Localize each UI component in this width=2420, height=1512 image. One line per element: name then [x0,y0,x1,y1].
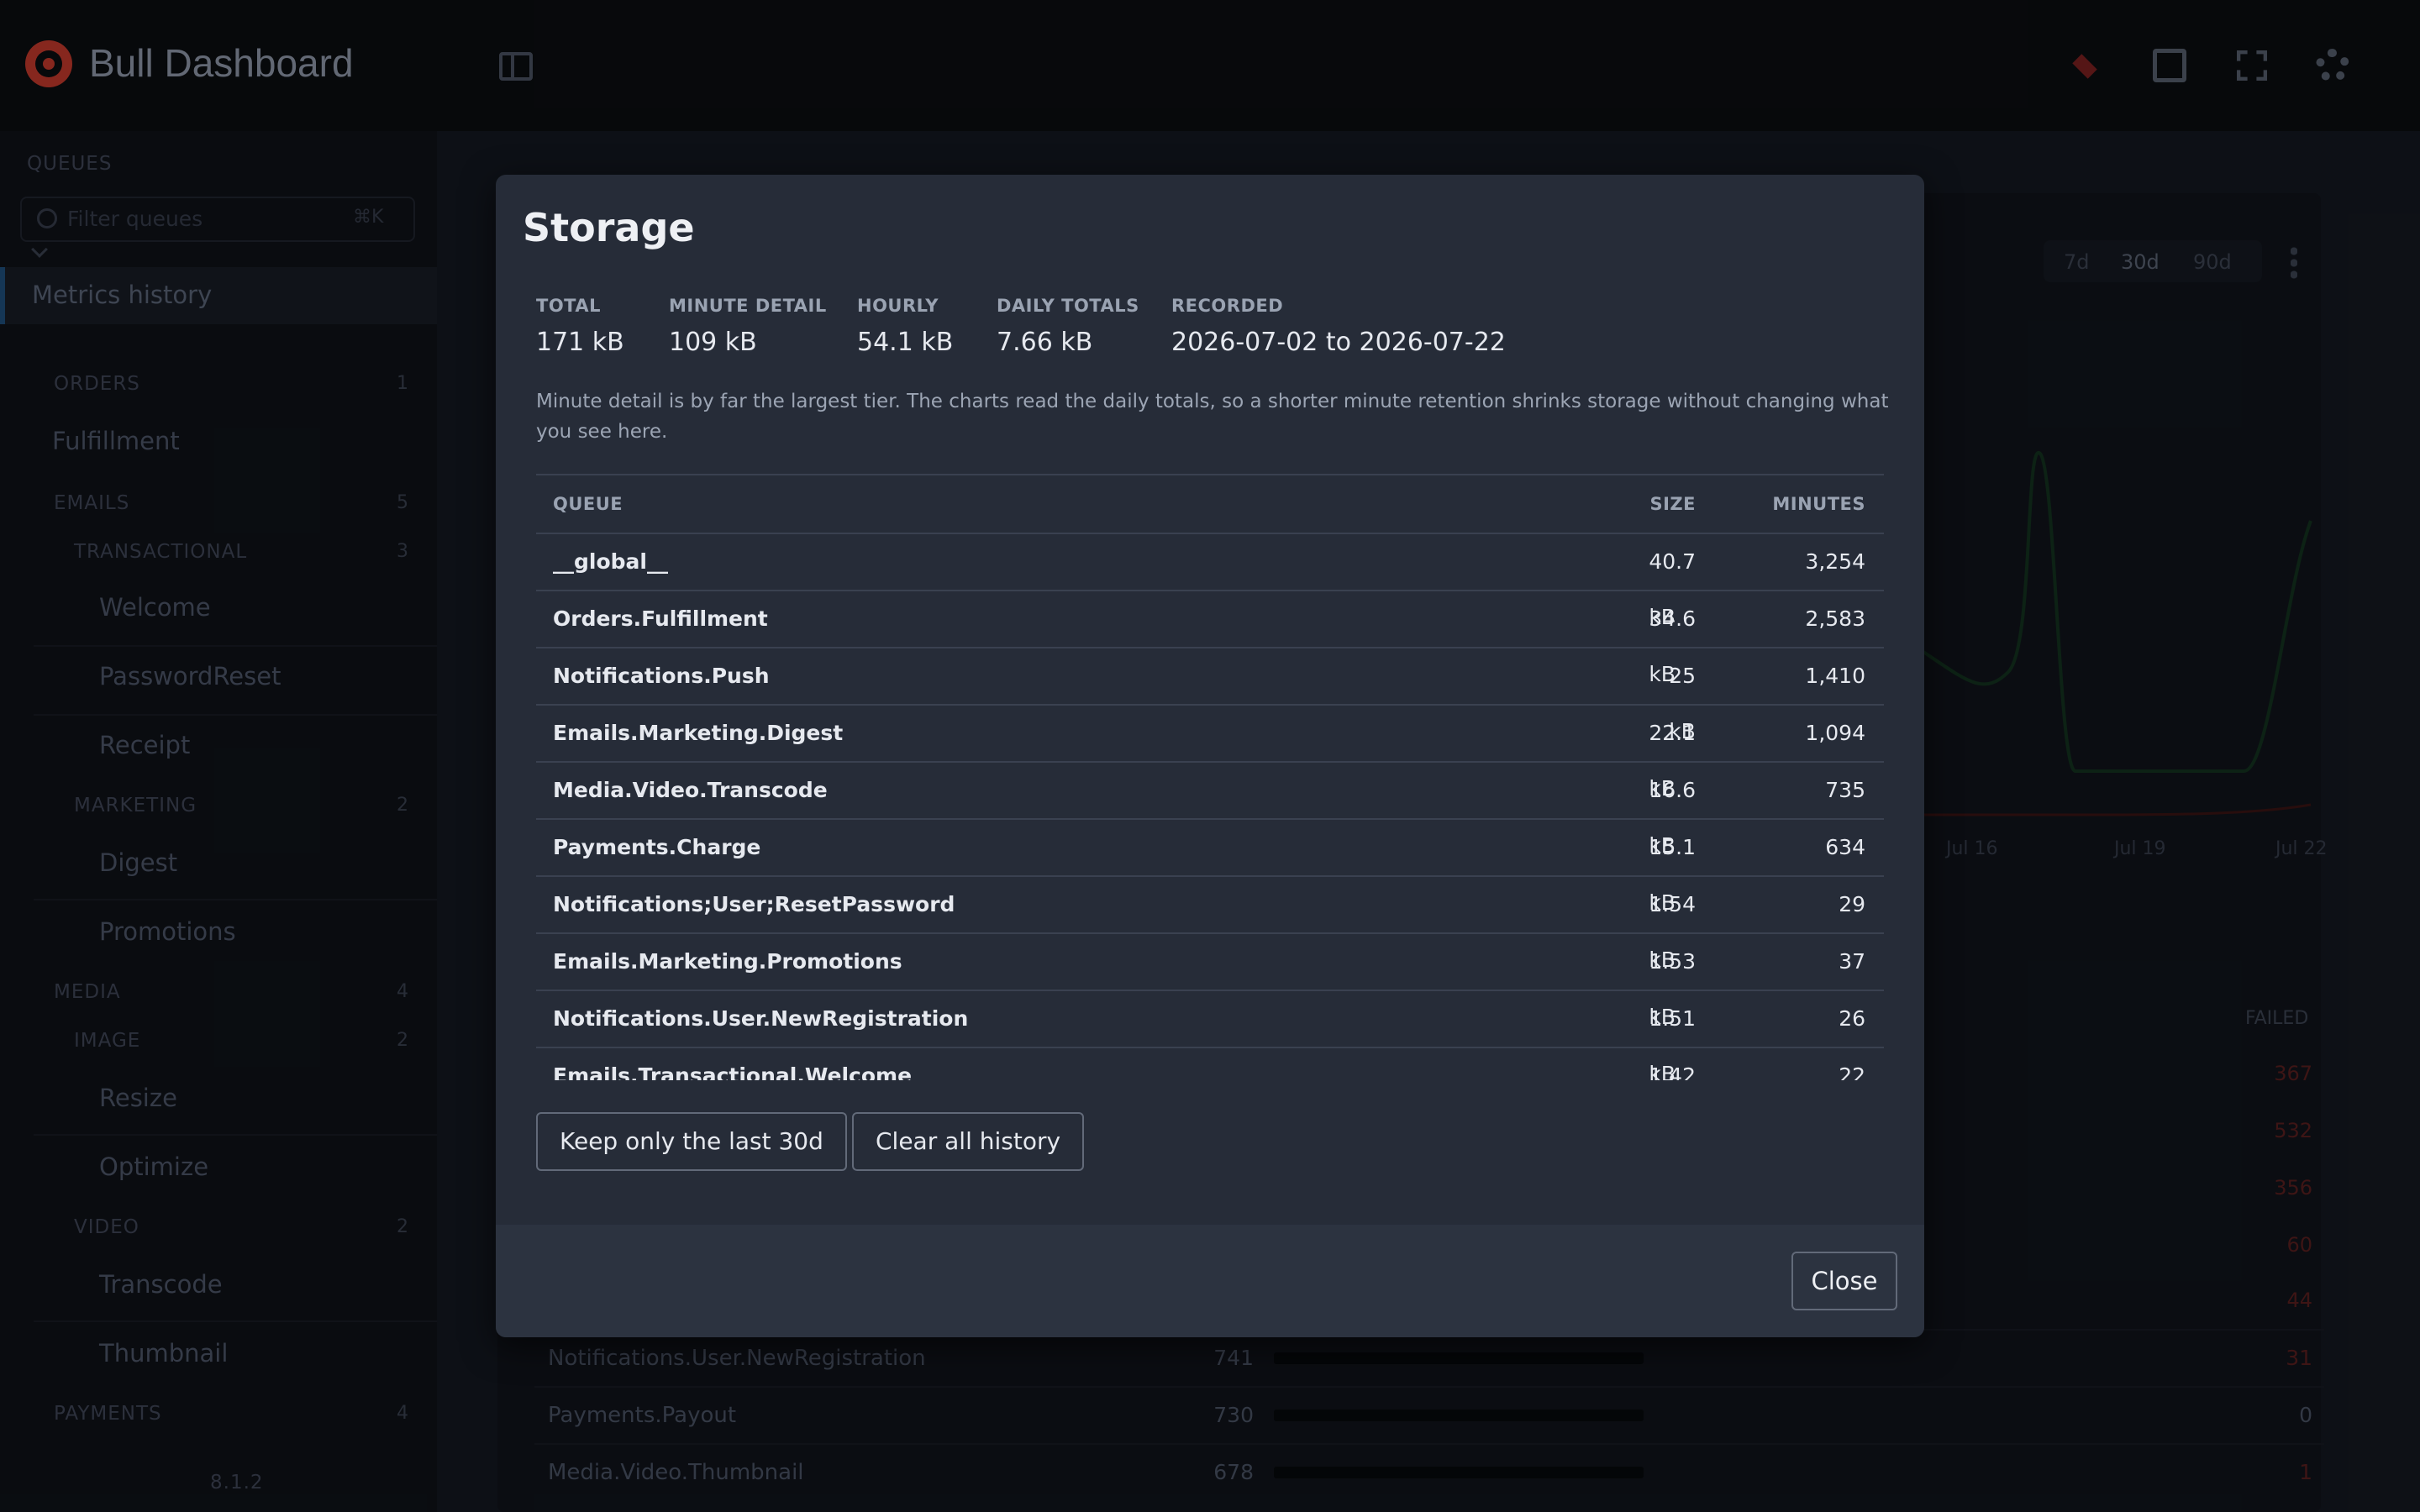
stat-value: 54.1 kB [857,328,954,357]
queue-name: Notifications.User.NewRegistration [553,1006,969,1031]
queue-name: Emails.Marketing.Digest [553,721,844,745]
queue-minutes: 3,254 [1805,549,1865,574]
stat-recorded: RECORDED 2026-07-02 to 2026-07-22 [1171,296,1506,357]
queue-name: __global__ [553,549,668,574]
table-row: Emails.Transactional.Welcome 1.42 kB 22 [536,1048,1884,1080]
queue-minutes: 2,583 [1805,606,1865,631]
queue-name: Orders.Fulfillment [553,606,768,631]
modal-footer [496,1225,1924,1337]
queue-minutes: 22 [1839,1063,1865,1080]
close-button[interactable]: Close [1791,1252,1897,1310]
stat-hourly: HOURLY 54.1 kB [857,296,953,357]
column-header-minutes-label: MINUTES [1772,494,1865,514]
table-row: Orders.Fulfillment 34.6 kB 2,583 [536,591,1884,686]
queue-minutes: 26 [1839,1006,1865,1031]
clear-all-history-button[interactable]: Clear all history [852,1112,1085,1171]
queue-minutes: 1,094 [1805,721,1865,745]
queue-minutes: 29 [1839,892,1865,916]
queue-name: Media.Video.Transcode [553,778,828,802]
stat-value: 109 kB [669,328,757,357]
stat-label: HOURLY [857,296,939,316]
table-row: Notifications;User;ResetPassword 1.54 kB… [536,877,1884,972]
keep-last-30d-button[interactable]: Keep only the last 30d [536,1112,847,1171]
queue-name: Notifications.Push [553,664,770,688]
stat-value: 7.66 kB [997,328,1093,357]
stat-value: 2026-07-02 to 2026-07-22 [1171,328,1506,357]
queue-minutes: 1,410 [1805,664,1865,688]
column-header-size-label: SIZE [1649,494,1696,514]
table-row: Emails.Marketing.Promotions 1.53 kB 37 [536,934,1884,1029]
table-row: Notifications.User.NewRegistration 1.51 … [536,991,1884,1080]
stat-total: TOTAL 171 kB [536,296,624,357]
storage-table[interactable]: QUEUE SIZE MINUTES __global__ 40.7 kB 3,… [536,474,1884,1080]
stat-minute-detail: MINUTE DETAIL 109 kB [669,296,827,357]
stat-label: DAILY TOTALS [997,296,1139,316]
queue-minutes: 37 [1839,949,1865,974]
modal-title: Storage [523,205,695,250]
storage-modal: Storage TOTAL 171 kB MINUTE DETAIL 109 k… [496,175,1924,1337]
queue-minutes: 634 [1825,835,1865,859]
stat-value: 171 kB [536,328,624,357]
stat-label: TOTAL [536,296,602,316]
queue-size: 1.42 kB [1649,1063,1696,1080]
table-row: Payments.Charge 15.1 kB 634 [536,820,1884,915]
table-row: Media.Video.Transcode 16.6 kB 735 [536,763,1884,858]
storage-note: Minute detail is by far the largest tier… [536,391,1889,443]
table-row: Emails.Marketing.Digest 22.1 kB 1,094 [536,706,1884,801]
queue-minutes: 735 [1825,778,1865,802]
queue-name: Notifications;User;ResetPassword [553,892,955,916]
column-header-queue: QUEUE [553,494,623,514]
queue-name: Emails.Marketing.Promotions [553,949,902,974]
table-row: __global__ 40.7 kB 3,254 [536,534,1884,629]
stat-daily-totals: DAILY TOTALS 7.66 kB [997,296,1139,357]
stat-label: RECORDED [1171,296,1284,316]
stat-label: MINUTE DETAIL [669,296,827,316]
queue-name: Payments.Charge [553,835,761,859]
queue-name: Emails.Transactional.Welcome [553,1063,913,1080]
table-row: Notifications.Push 25 kB 1,410 [536,648,1884,743]
